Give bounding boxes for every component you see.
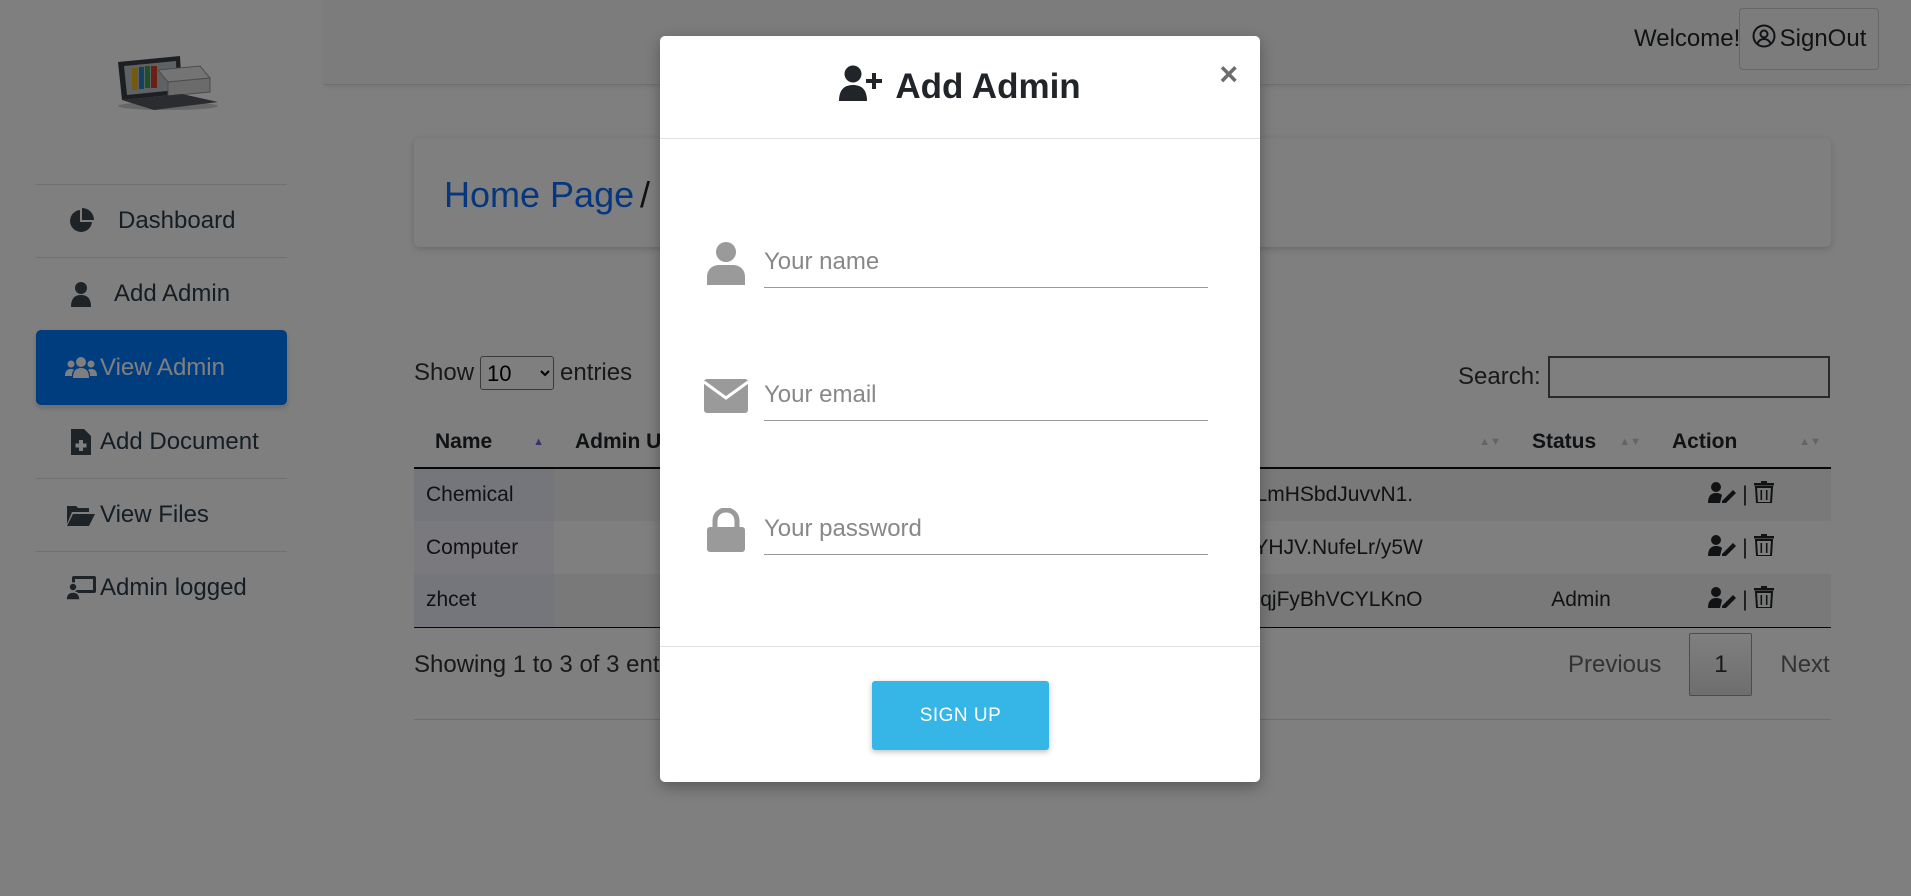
modal-title-text: Add Admin — [895, 67, 1081, 106]
user-icon — [704, 238, 748, 288]
add-admin-modal: Add Admin × SIGN UP — [660, 36, 1260, 782]
password-input[interactable] — [764, 503, 1208, 555]
modal-footer: SIGN UP — [660, 646, 1260, 782]
sign-up-button[interactable]: SIGN UP — [872, 681, 1049, 750]
password-field-group — [704, 495, 1214, 555]
user-plus-icon — [839, 65, 885, 110]
name-field-group — [704, 228, 1214, 288]
email-input[interactable] — [764, 369, 1208, 421]
close-icon[interactable]: × — [1219, 58, 1238, 90]
modal-header: Add Admin × — [660, 36, 1260, 139]
modal-title: Add Admin — [839, 65, 1081, 110]
email-field-group — [704, 361, 1214, 421]
lock-icon — [704, 505, 748, 555]
envelope-icon — [704, 371, 748, 421]
name-input[interactable] — [764, 236, 1208, 288]
